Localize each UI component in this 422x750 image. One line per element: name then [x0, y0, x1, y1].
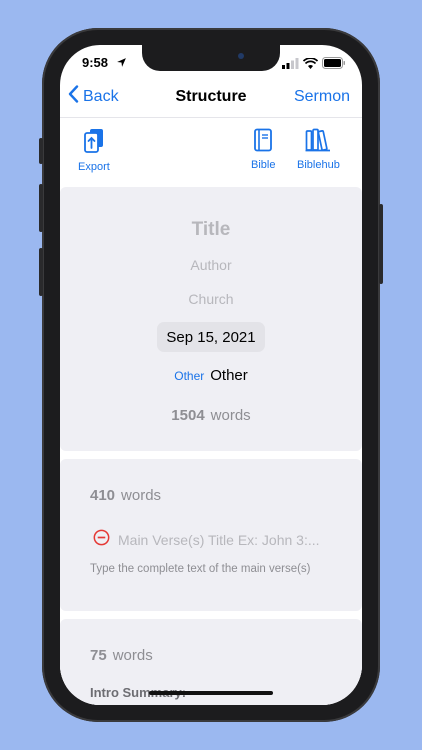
word-count-number: 1504: [171, 407, 205, 424]
intro-word-count: 75 words: [90, 647, 153, 664]
date-picker[interactable]: Sep 15, 2021: [157, 322, 265, 352]
word-count-label: words: [121, 487, 162, 504]
verse-text-field[interactable]: Type the complete text of the main verse…: [90, 563, 311, 575]
side-button: [39, 248, 43, 296]
bible-label: Bible: [251, 159, 276, 171]
remove-icon[interactable]: [93, 529, 110, 551]
verse-word-count: 410 words: [90, 487, 161, 504]
biblehub-label: Biblehub: [297, 159, 340, 171]
toolbar: Export Bible Biblehub: [60, 117, 362, 187]
word-count-label: words: [112, 647, 153, 664]
books-icon: [305, 128, 331, 155]
verse-title-row: Main Verse(s) Title Ex: John 3:...: [93, 529, 320, 551]
verse-title-field[interactable]: Main Verse(s) Title Ex: John 3:...: [118, 532, 320, 548]
export-button[interactable]: Export: [78, 128, 110, 173]
sermon-header-card: Title Author Church Sep 15, 2021 Other Ot…: [60, 187, 362, 451]
export-label: Export: [78, 161, 110, 173]
sermon-button[interactable]: Sermon: [294, 88, 350, 106]
main-verse-card: 410 words Main Verse(s) Title Ex: John 3:…: [60, 459, 362, 611]
side-button: [379, 204, 383, 284]
status-bar: 9:58: [60, 53, 362, 73]
navigation-bar: Back Structure Sermon: [60, 81, 362, 115]
export-icon: [83, 128, 105, 157]
app-screen: 9:58 Back Structure Sermon Export Bible …: [60, 45, 362, 705]
wifi-icon: [302, 57, 319, 72]
signal-icon: [282, 57, 299, 72]
status-time: 9:58: [82, 55, 109, 70]
category-button[interactable]: Other: [174, 369, 204, 383]
church-field[interactable]: Church: [60, 291, 362, 307]
total-word-count: 1504 words: [60, 407, 362, 424]
category-row: Other Other: [60, 367, 362, 385]
word-count-number: 75: [90, 647, 107, 664]
home-indicator[interactable]: [149, 691, 273, 695]
word-count-number: 410: [90, 487, 116, 504]
side-button: [39, 184, 43, 232]
title-field[interactable]: Title: [60, 219, 362, 241]
location-icon: [116, 56, 127, 71]
word-count-label: words: [210, 407, 251, 424]
author-field[interactable]: Author: [60, 257, 362, 273]
book-icon: [253, 128, 273, 155]
biblehub-button[interactable]: Biblehub: [297, 128, 340, 171]
category-value: Other: [210, 367, 248, 384]
content-area: Title Author Church Sep 15, 2021 Other Ot…: [60, 187, 362, 705]
battery-icon: [322, 57, 346, 72]
side-button: [39, 138, 43, 164]
bible-button[interactable]: Bible: [251, 128, 275, 171]
